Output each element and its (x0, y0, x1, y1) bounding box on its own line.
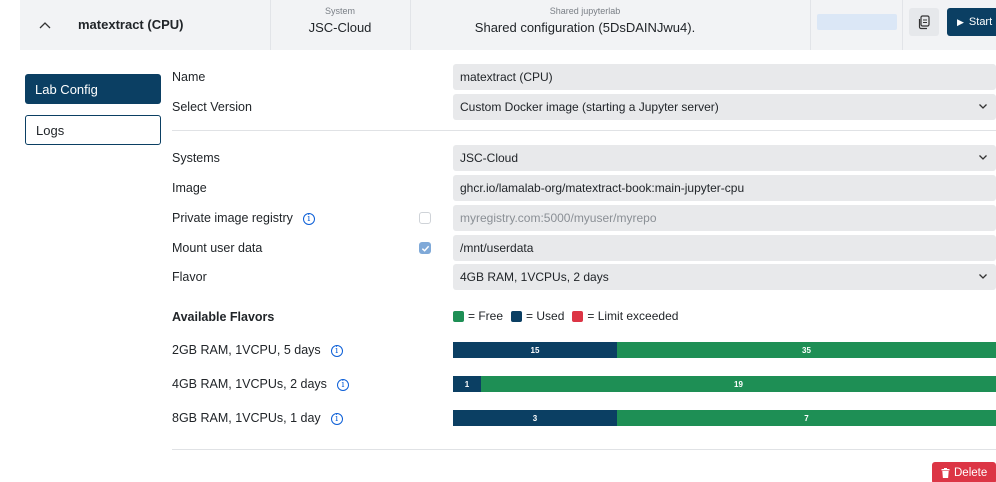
version-label: Select Version (172, 100, 252, 114)
flavor-usage-bar: 15 35 (453, 342, 996, 358)
legend-used-swatch (511, 310, 523, 322)
mount-label: Mount user data (172, 241, 263, 255)
flavor-select[interactable]: 4GB RAM, 1VCPUs, 2 days (453, 264, 996, 290)
image-field-value: ghcr.io/lamalab-org/matextract-book:main… (460, 181, 745, 195)
registry-label: Private image registry i (172, 211, 315, 225)
system-caption: System (324, 6, 355, 16)
legend-limit-label: = Limit exceeded (587, 309, 679, 323)
flavor-legend: = Free = Used = Limit exceeded (453, 309, 686, 323)
legend-used-label: = Used (526, 309, 565, 323)
used-segment: 1 (453, 376, 481, 392)
header-divider (902, 0, 903, 50)
section-divider (172, 449, 996, 450)
available-flavors-title: Available Flavors (172, 310, 275, 324)
lab-name: matextract (CPU) (78, 17, 184, 32)
copy-button[interactable] (909, 8, 939, 36)
registry-checkbox[interactable] (419, 212, 431, 224)
info-icon[interactable]: i (330, 412, 343, 425)
mount-checkbox[interactable] (419, 242, 431, 254)
tab-logs-label: Logs (36, 122, 65, 138)
registry-field-placeholder: myregistry.com:5000/myuser/myrepo (460, 211, 657, 225)
info-icon[interactable]: i (302, 212, 315, 225)
mount-field[interactable]: /mnt/userdata (453, 235, 996, 261)
mount-field-value: /mnt/userdata (460, 241, 534, 255)
info-icon[interactable]: i (330, 344, 343, 357)
free-segment: 35 (617, 342, 996, 358)
flavor-row-label: 2GB RAM, 1VCPU, 5 days i (172, 343, 343, 357)
tab-lab-config-label: Lab Config (35, 81, 98, 97)
collapse-toggle[interactable] (20, 0, 70, 50)
flavor-usage-bar: 1 19 (453, 376, 996, 392)
name-field[interactable]: matextract (CPU) (453, 64, 996, 90)
shared-caption: Shared jupyterlab (549, 6, 621, 16)
flavor-row-label-text: 2GB RAM, 1VCPU, 5 days (172, 343, 321, 357)
flavor-row-label-text: 8GB RAM, 1VCPUs, 1 day (172, 411, 321, 425)
trash-icon (941, 468, 950, 478)
copy-icon (918, 15, 930, 30)
delete-label: Delete (954, 467, 988, 479)
legend-free-swatch (453, 310, 464, 322)
image-label: Image (172, 181, 207, 195)
flavor-row-label-text: 4GB RAM, 1VCPUs, 2 days (172, 377, 327, 391)
status-progress-bar (817, 14, 897, 30)
flavor-row-label: 4GB RAM, 1VCPUs, 2 days i (172, 377, 349, 391)
chevron-up-icon (39, 22, 51, 29)
name-field-value: matextract (CPU) (460, 70, 553, 84)
tab-lab-config[interactable]: Lab Config (25, 74, 161, 104)
version-select-value: Custom Docker image (starting a Jupyter … (460, 100, 719, 114)
used-segment: 3 (453, 410, 617, 426)
legend-limit-swatch (572, 310, 584, 322)
image-field[interactable]: ghcr.io/lamalab-org/matextract-book:main… (453, 175, 996, 201)
start-button[interactable]: ▶ Start (947, 8, 996, 36)
system-value: JSC-Cloud (308, 20, 372, 35)
shared-cell: Shared jupyterlab Shared configuration (… (410, 6, 760, 35)
registry-label-text: Private image registry (172, 211, 293, 225)
registry-field[interactable]: myregistry.com:5000/myuser/myrepo (453, 205, 996, 231)
flavor-row-label: 8GB RAM, 1VCPUs, 1 day i (172, 411, 343, 425)
flavor-select-value: 4GB RAM, 1VCPUs, 2 days (460, 270, 609, 284)
play-icon: ▶ (957, 16, 964, 27)
name-label: Name (172, 70, 206, 84)
legend-free-label: = Free (468, 309, 504, 323)
info-icon[interactable]: i (336, 378, 349, 391)
systems-select-value: JSC-Cloud (460, 151, 519, 165)
checkmark-icon (421, 245, 429, 252)
flavor-label: Flavor (172, 270, 207, 284)
tab-logs[interactable]: Logs (25, 115, 161, 145)
chevron-down-icon (979, 274, 987, 279)
start-label: Start (968, 16, 993, 28)
free-segment: 7 (617, 410, 996, 426)
chevron-down-icon (979, 104, 987, 109)
used-segment: 15 (453, 342, 617, 358)
systems-select[interactable]: JSC-Cloud (453, 145, 996, 171)
header-divider (810, 0, 811, 50)
system-cell: System JSC-Cloud (270, 6, 410, 35)
flavor-usage-bar: 3 7 (453, 410, 996, 426)
free-segment: 19 (481, 376, 996, 392)
lab-header-row: matextract (CPU) System JSC-Cloud Shared… (20, 0, 996, 50)
version-select[interactable]: Custom Docker image (starting a Jupyter … (453, 94, 996, 120)
shared-value: Shared configuration (5DsDAINJwu4). (474, 20, 696, 35)
delete-button[interactable]: Delete (932, 462, 996, 482)
section-divider (172, 130, 996, 131)
chevron-down-icon (979, 155, 987, 160)
systems-label: Systems (172, 151, 220, 165)
